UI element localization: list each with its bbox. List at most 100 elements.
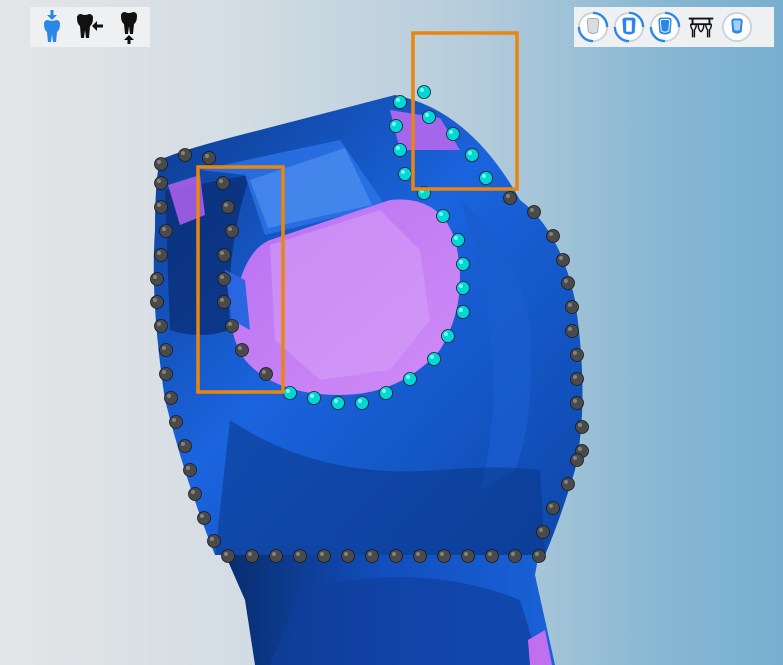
margin-point[interactable] <box>485 549 499 563</box>
margin-point[interactable] <box>221 200 235 214</box>
margin-point[interactable] <box>570 396 584 410</box>
margin-point[interactable] <box>413 549 427 563</box>
margin-point[interactable] <box>188 487 202 501</box>
margin-point[interactable] <box>178 439 192 453</box>
margin-point[interactable] <box>436 209 450 223</box>
margin-point[interactable] <box>532 549 546 563</box>
margin-point[interactable] <box>456 257 470 271</box>
margin-point[interactable] <box>451 233 465 247</box>
margin-point[interactable] <box>221 549 235 563</box>
margin-point-highlight <box>200 514 204 518</box>
margin-point[interactable] <box>183 463 197 477</box>
margin-point[interactable] <box>456 305 470 319</box>
margin-point-highlight <box>228 322 232 326</box>
margin-point-highlight <box>539 528 543 532</box>
margin-point[interactable] <box>154 157 168 171</box>
margin-point-highlight <box>368 552 372 556</box>
margin-point[interactable] <box>570 453 584 467</box>
margin-point[interactable] <box>546 229 560 243</box>
margin-point[interactable] <box>561 276 575 290</box>
3d-viewport[interactable] <box>0 0 783 665</box>
margin-point[interactable] <box>150 272 164 286</box>
margin-point[interactable] <box>427 352 441 366</box>
margin-point[interactable] <box>365 549 379 563</box>
margin-point-highlight <box>564 279 568 283</box>
margin-point[interactable] <box>207 534 221 548</box>
margin-point[interactable] <box>536 525 550 539</box>
tooth-model-scene[interactable] <box>0 0 783 665</box>
margin-point[interactable] <box>508 549 522 563</box>
margin-point[interactable] <box>503 191 517 205</box>
margin-point[interactable] <box>446 127 460 141</box>
margin-point[interactable] <box>393 143 407 157</box>
margin-point[interactable] <box>465 148 479 162</box>
margin-point[interactable] <box>235 343 249 357</box>
margin-point[interactable] <box>283 386 297 400</box>
margin-point[interactable] <box>556 253 570 267</box>
margin-point[interactable] <box>154 200 168 214</box>
margin-point-highlight <box>219 179 223 183</box>
margin-point[interactable] <box>217 295 231 309</box>
margin-point-highlight <box>459 260 463 264</box>
margin-point[interactable] <box>178 148 192 162</box>
margin-point[interactable] <box>159 343 173 357</box>
margin-point[interactable] <box>245 549 259 563</box>
margin-point-highlight <box>153 275 157 279</box>
margin-point[interactable] <box>341 549 355 563</box>
margin-point[interactable] <box>422 110 436 124</box>
margin-point[interactable] <box>575 420 589 434</box>
margin-point[interactable] <box>570 372 584 386</box>
margin-point[interactable] <box>159 224 173 238</box>
margin-point[interactable] <box>389 549 403 563</box>
margin-point[interactable] <box>527 205 541 219</box>
margin-point-highlight <box>157 322 161 326</box>
margin-point[interactable] <box>398 167 412 181</box>
margin-point[interactable] <box>417 85 431 99</box>
margin-point[interactable] <box>565 324 579 338</box>
margin-point[interactable] <box>197 511 211 525</box>
margin-point-highlight <box>439 212 443 216</box>
margin-point[interactable] <box>317 549 331 563</box>
margin-point-highlight <box>157 160 161 164</box>
margin-point[interactable] <box>355 396 369 410</box>
margin-point[interactable] <box>164 391 178 405</box>
margin-point[interactable] <box>379 386 393 400</box>
margin-point[interactable] <box>217 272 231 286</box>
margin-point[interactable] <box>169 415 183 429</box>
margin-point[interactable] <box>461 549 475 563</box>
margin-point-highlight <box>401 170 405 174</box>
margin-point[interactable] <box>307 391 321 405</box>
margin-point-highlight <box>568 327 572 331</box>
margin-point[interactable] <box>202 151 216 165</box>
margin-point[interactable] <box>150 295 164 309</box>
margin-point-highlight <box>262 370 266 374</box>
margin-point[interactable] <box>154 319 168 333</box>
margin-point-highlight <box>396 98 400 102</box>
margin-point[interactable] <box>159 367 173 381</box>
margin-point[interactable] <box>331 396 345 410</box>
margin-point[interactable] <box>437 549 451 563</box>
margin-point[interactable] <box>393 95 407 109</box>
margin-point-highlight <box>416 552 420 556</box>
margin-point[interactable] <box>403 372 417 386</box>
margin-point[interactable] <box>217 248 231 262</box>
margin-point[interactable] <box>561 477 575 491</box>
margin-point-highlight <box>573 456 577 460</box>
margin-point[interactable] <box>216 176 230 190</box>
margin-point[interactable] <box>479 171 493 185</box>
margin-point[interactable] <box>225 319 239 333</box>
margin-point[interactable] <box>570 348 584 362</box>
margin-point-highlight <box>224 203 228 207</box>
margin-point[interactable] <box>154 248 168 262</box>
margin-point[interactable] <box>441 329 455 343</box>
margin-point[interactable] <box>546 501 560 515</box>
margin-point[interactable] <box>269 549 283 563</box>
margin-point[interactable] <box>389 119 403 133</box>
margin-point[interactable] <box>293 549 307 563</box>
margin-point[interactable] <box>456 281 470 295</box>
margin-point[interactable] <box>565 300 579 314</box>
margin-point[interactable] <box>225 224 239 238</box>
margin-point[interactable] <box>259 367 273 381</box>
margin-point[interactable] <box>154 176 168 190</box>
margin-point-highlight <box>162 346 166 350</box>
